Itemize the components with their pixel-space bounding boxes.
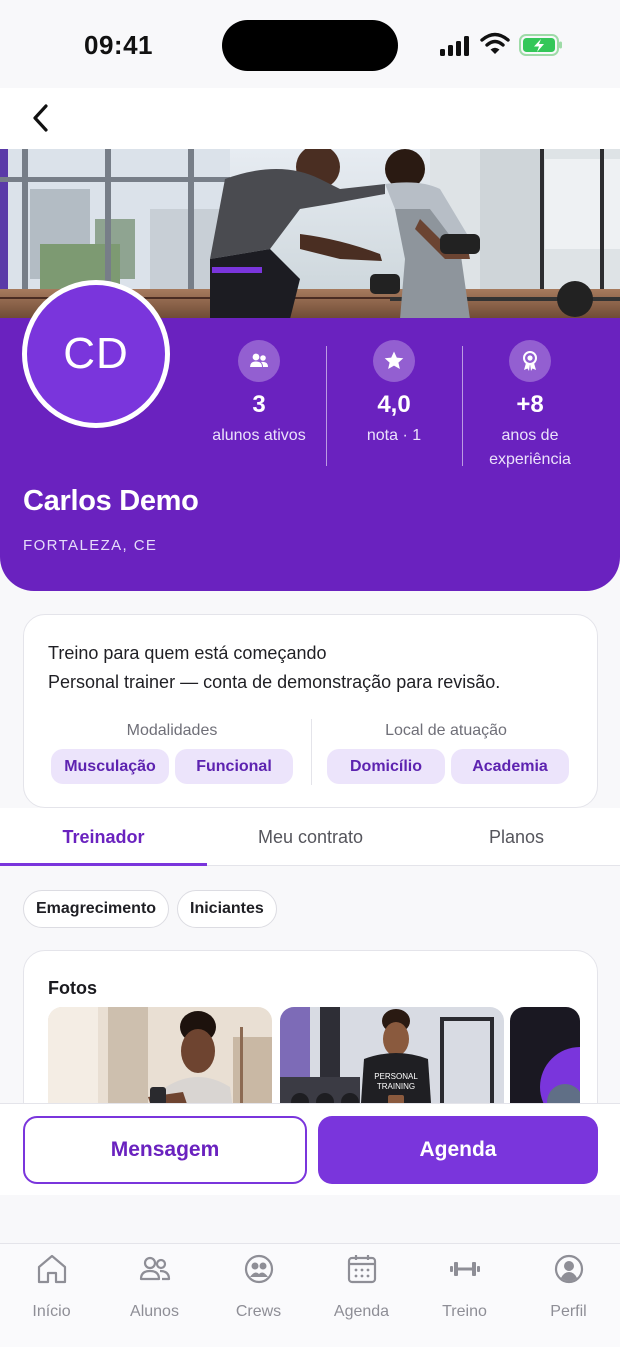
- dynamic-island: [222, 20, 398, 71]
- specialty-chip[interactable]: Iniciantes: [177, 890, 277, 928]
- navigation-bar: [0, 88, 620, 149]
- profile-icon: [554, 1254, 583, 1284]
- trainer-name: Carlos Demo: [23, 485, 199, 517]
- stat-rating: 4,0 nota · 1: [329, 340, 459, 448]
- cellular-signal-icon: [440, 36, 472, 56]
- bio-title: Treino para quem está começando: [48, 643, 327, 663]
- crews-icon: [244, 1254, 273, 1284]
- message-button[interactable]: Mensagem: [23, 1116, 307, 1184]
- users-icon: [238, 340, 280, 382]
- stat-label: alunos ativos: [212, 427, 306, 444]
- specialty-chip[interactable]: Emagrecimento: [23, 890, 170, 928]
- nav-item-crews[interactable]: Crews: [207, 1252, 310, 1321]
- nav-label: Agenda: [333, 1303, 390, 1320]
- avatar: CD: [22, 280, 170, 428]
- stat-label: nota · 1: [366, 427, 422, 444]
- stat-value: +8: [516, 391, 544, 418]
- modality-chip: Funcional: [175, 749, 293, 784]
- status-time: 09:41: [84, 30, 153, 60]
- nav-label: Início: [32, 1303, 71, 1320]
- nav-item-profile[interactable]: Perfil: [517, 1252, 620, 1321]
- stat-experience: +8 anos de experiência: [465, 340, 595, 472]
- wifi-icon: [480, 32, 510, 54]
- profile-tabs: Treinador Meu contrato Planos: [0, 808, 620, 866]
- status-bar: 09:41: [0, 0, 620, 88]
- svg-text:PERSONAL: PERSONAL: [374, 1072, 418, 1081]
- bottom-navigation: Início Alunos Crews Agenda Treino Perfil: [0, 1243, 620, 1347]
- work-location-label: Local de atuação: [385, 722, 507, 739]
- nav-item-calendar[interactable]: Agenda: [310, 1252, 413, 1321]
- stat-divider: [326, 346, 327, 466]
- bio-description: Personal trainer — conta de demonstração…: [48, 672, 501, 692]
- stat-value: 3: [252, 391, 266, 418]
- tab-my-contract[interactable]: Meu contrato: [207, 808, 414, 866]
- award-icon: [509, 340, 551, 382]
- modalities-label: Modalidades: [126, 722, 218, 739]
- nav-label: Perfil: [550, 1303, 587, 1320]
- battery-icon: [519, 34, 562, 56]
- nav-label: Alunos: [130, 1303, 179, 1320]
- students-icon: [139, 1256, 170, 1281]
- nav-label: Treino: [442, 1303, 487, 1320]
- active-tab-indicator: [0, 863, 207, 866]
- calendar-icon: [347, 1255, 376, 1284]
- photos-title: Fotos: [48, 978, 97, 998]
- stat-active-students: 3 alunos ativos: [194, 340, 324, 448]
- dumbbell-icon: [449, 1262, 480, 1276]
- location-chip: Domicílio: [327, 749, 445, 784]
- trainer-location: FORTALEZA, CE: [23, 537, 158, 554]
- stat-divider: [462, 346, 463, 466]
- bio-card: Treino para quem está começando Personal…: [23, 614, 598, 808]
- star-icon: [373, 340, 415, 382]
- bio-divider: [311, 719, 312, 785]
- stat-value: 4,0: [377, 391, 411, 418]
- stat-label-line-2: experiência: [489, 451, 571, 468]
- nav-item-workout[interactable]: Treino: [413, 1252, 516, 1321]
- stat-label-line-1: anos de: [501, 427, 559, 444]
- modality-chip: Musculação: [51, 749, 169, 784]
- avatar-initials: CD: [63, 329, 129, 378]
- action-bar: Mensagem Agenda: [0, 1103, 620, 1195]
- nav-item-students[interactable]: Alunos: [103, 1252, 206, 1321]
- back-arrow-icon[interactable]: [26, 102, 58, 134]
- location-chip: Academia: [451, 749, 569, 784]
- nav-item-home[interactable]: Início: [0, 1252, 103, 1321]
- home-icon: [37, 1254, 66, 1284]
- schedule-button[interactable]: Agenda: [318, 1116, 598, 1184]
- stat-label: anos de experiência: [465, 424, 595, 472]
- nav-label: Crews: [235, 1303, 282, 1320]
- svg-text:TRAINING: TRAINING: [377, 1082, 415, 1091]
- tab-plans[interactable]: Planos: [413, 808, 620, 866]
- tab-trainer[interactable]: Treinador: [0, 808, 207, 866]
